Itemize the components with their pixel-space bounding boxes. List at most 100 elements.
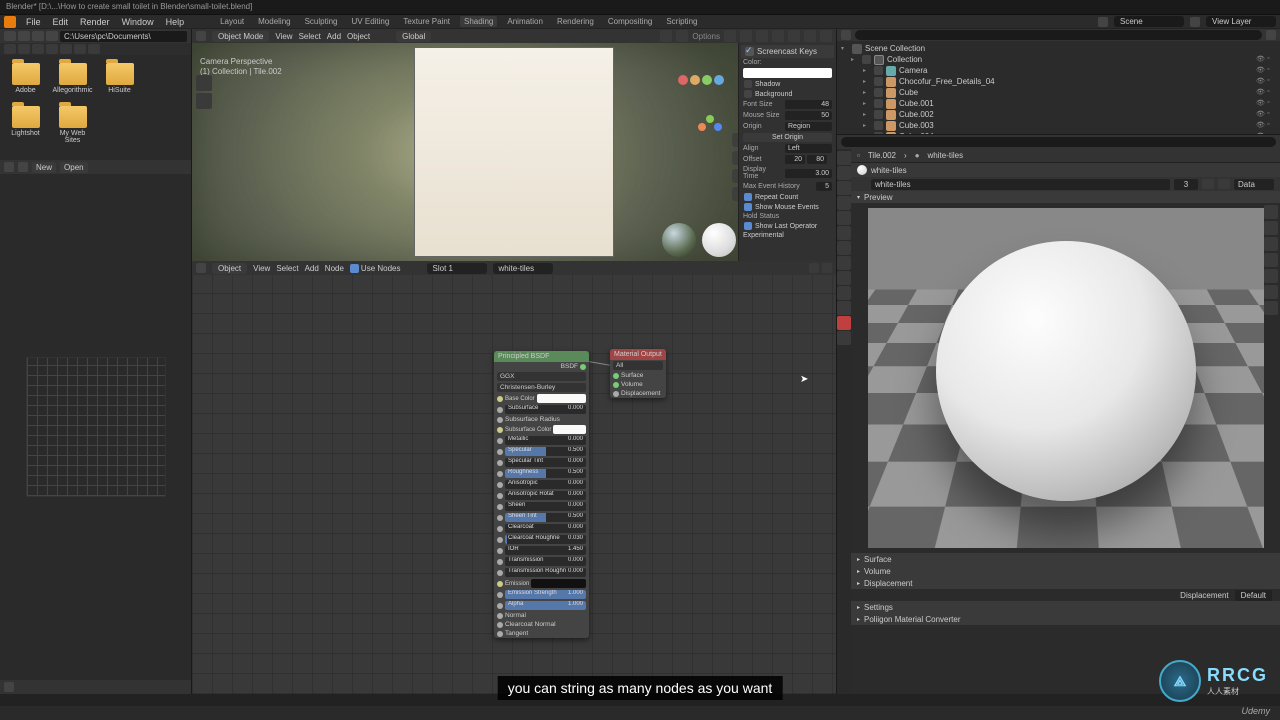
input-socket-icon[interactable]: [497, 460, 503, 466]
open-image-button[interactable]: Open: [60, 162, 88, 173]
value-slider[interactable]: Sheen0.000: [505, 502, 586, 511]
node-mode-select[interactable]: Object: [212, 263, 247, 274]
render-icon[interactable]: ▫: [1267, 77, 1276, 86]
node-menu-view[interactable]: View: [253, 264, 270, 273]
input-socket-icon[interactable]: [497, 570, 503, 576]
input-socket-icon[interactable]: [613, 382, 619, 388]
folder-item[interactable]: Lightshot: [8, 106, 43, 144]
output-tab-icon[interactable]: [837, 166, 851, 180]
input-socket-icon[interactable]: [497, 438, 503, 444]
preview-sphere-icon[interactable]: [1264, 221, 1278, 235]
checkbox-icon[interactable]: [745, 47, 754, 56]
menu-window[interactable]: Window: [120, 17, 156, 27]
value-field[interactable]: 5: [816, 182, 832, 191]
input-socket-icon[interactable]: [613, 391, 619, 397]
viewport-menu-view[interactable]: View: [275, 32, 292, 41]
eye-icon[interactable]: 👁: [1256, 132, 1265, 135]
color-field[interactable]: [531, 579, 586, 588]
nav-up-icon[interactable]: [32, 31, 44, 41]
texture-tab-icon[interactable]: [837, 331, 851, 345]
path-input[interactable]: C:\Users\pc\Documents\: [60, 31, 187, 42]
filter-icon[interactable]: [1266, 30, 1276, 40]
checkbox-icon[interactable]: [862, 55, 871, 64]
dropdown[interactable]: Region: [785, 122, 832, 131]
node-menu-add[interactable]: Add: [305, 264, 319, 273]
input-socket-icon[interactable]: [497, 581, 503, 587]
checkbox-icon[interactable]: [744, 222, 752, 230]
constraint-tab-icon[interactable]: [837, 286, 851, 300]
dropdown[interactable]: Christensen-Burley: [497, 383, 586, 392]
value-slider[interactable]: Emission Strength1.000: [505, 590, 586, 599]
render-icon[interactable]: ▫: [1267, 132, 1276, 135]
checkbox-icon[interactable]: [874, 99, 883, 108]
value-slider[interactable]: Clearcoat0.000: [505, 524, 586, 533]
shading-rendered-icon[interactable]: [820, 30, 832, 42]
breadcrumb-obj[interactable]: Tile.002: [868, 151, 896, 160]
checkbox-icon[interactable]: [744, 80, 752, 88]
section-displacement[interactable]: ▸Displacement: [851, 577, 1280, 589]
scene-tab-icon[interactable]: [837, 196, 851, 210]
input-socket-icon[interactable]: [497, 526, 503, 532]
tab-animation[interactable]: Animation: [503, 16, 547, 27]
outliner-item[interactable]: ▾Scene Collection: [839, 43, 1278, 54]
render-tab-icon[interactable]: [837, 151, 851, 165]
link-dropdown[interactable]: Data: [1234, 179, 1274, 190]
checkbox-icon[interactable]: [874, 88, 883, 97]
eye-icon[interactable]: 👁: [1256, 110, 1265, 119]
section-surface[interactable]: ▸Surface: [851, 553, 1280, 565]
image-editor-canvas[interactable]: [0, 174, 191, 680]
tab-modeling[interactable]: Modeling: [254, 16, 294, 27]
output-socket-icon[interactable]: [580, 364, 586, 370]
render-icon[interactable]: ▫: [1267, 121, 1276, 130]
nav-fwd-icon[interactable]: [18, 31, 30, 41]
input-socket-icon[interactable]: [497, 417, 503, 423]
eye-icon[interactable]: 👁: [1256, 55, 1265, 64]
material-sphere-icon[interactable]: [702, 223, 736, 257]
outliner-search[interactable]: [855, 30, 1262, 40]
dropdown[interactable]: Left: [785, 144, 832, 153]
input-socket-icon[interactable]: [497, 622, 503, 628]
value-slider[interactable]: Transmission0.000: [505, 557, 586, 566]
pin-icon[interactable]: [809, 263, 819, 273]
viewport-menu-object[interactable]: Object: [347, 32, 370, 41]
tab-uvediting[interactable]: UV Editing: [348, 16, 394, 27]
mode-select[interactable]: Object Mode: [212, 31, 269, 42]
preview-fluid-icon[interactable]: [1264, 301, 1278, 315]
input-socket-icon[interactable]: [497, 482, 503, 488]
render-icon[interactable]: ▫: [1267, 99, 1276, 108]
value-field[interactable]: 48: [785, 100, 832, 109]
image-mode-icon[interactable]: [18, 162, 28, 172]
color-field[interactable]: [553, 425, 586, 434]
unlink-icon[interactable]: [1218, 179, 1230, 189]
input-socket-icon[interactable]: [497, 471, 503, 477]
checkbox-icon[interactable]: [744, 90, 752, 98]
node-menu-select[interactable]: Select: [276, 264, 298, 273]
section-settings[interactable]: ▸Settings: [851, 601, 1280, 613]
folder-item[interactable]: HiSuite: [102, 63, 137, 94]
input-socket-icon[interactable]: [497, 559, 503, 565]
eye-icon[interactable]: 👁: [1256, 88, 1265, 97]
xray-icon[interactable]: [756, 30, 768, 42]
render-icon[interactable]: ▫: [1267, 55, 1276, 64]
checkbox-icon[interactable]: [744, 203, 752, 211]
menu-file[interactable]: File: [24, 17, 43, 27]
input-socket-icon[interactable]: [497, 427, 503, 433]
particle-tab-icon[interactable]: [837, 256, 851, 270]
color-field[interactable]: [537, 394, 586, 403]
folder-item[interactable]: Adobe: [8, 63, 43, 94]
options-label[interactable]: Options: [692, 32, 720, 41]
value-field[interactable]: 80: [807, 155, 827, 164]
node-menu-node[interactable]: Node: [325, 264, 344, 273]
new-image-button[interactable]: New: [32, 162, 56, 173]
outliner-item[interactable]: ▸Cube.003👁▫: [839, 120, 1278, 131]
shading-solid-icon[interactable]: [788, 30, 800, 42]
search-input[interactable]: [841, 137, 1276, 147]
set-origin-button[interactable]: Set Origin: [743, 133, 832, 142]
checkbox-icon[interactable]: [874, 66, 883, 75]
editor-type-icon[interactable]: [196, 263, 206, 273]
user-count[interactable]: 3: [1174, 179, 1198, 190]
value-slider[interactable]: Sheen Tint0.500: [505, 513, 586, 522]
eye-icon[interactable]: 👁: [1256, 99, 1265, 108]
outliner-item[interactable]: ▸Cube.001👁▫: [839, 98, 1278, 109]
node-canvas[interactable]: Principled BSDF BSDF GGX Christensen-Bur…: [192, 275, 836, 694]
